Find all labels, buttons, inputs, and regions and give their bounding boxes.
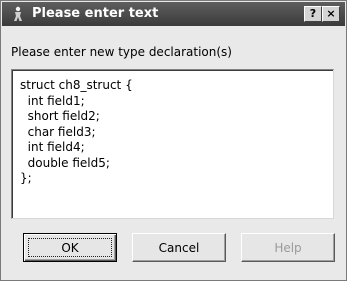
app-figure-icon xyxy=(10,6,26,22)
cancel-button[interactable]: Cancel xyxy=(132,233,226,262)
ok-button[interactable]: OK xyxy=(23,233,117,262)
title-bar[interactable]: Please enter text ? × xyxy=(2,2,345,26)
type-declaration-textarea[interactable]: struct ch8_struct { int field1; short fi… xyxy=(11,69,334,219)
ok-button-label: OK xyxy=(61,241,79,255)
cancel-button-label: Cancel xyxy=(158,241,200,255)
title-close-button[interactable]: × xyxy=(322,6,340,22)
dialog-window: Please enter text ? × Please enter new t… xyxy=(0,0,347,281)
help-button[interactable]: Help xyxy=(241,233,335,262)
dialog-title: Please enter text xyxy=(32,6,159,21)
type-declaration-text: struct ch8_struct { int field1; short fi… xyxy=(20,78,133,185)
help-button-label: Help xyxy=(274,241,302,255)
title-help-button[interactable]: ? xyxy=(304,6,322,22)
prompt-label: Please enter new type declaration(s) xyxy=(11,45,232,59)
